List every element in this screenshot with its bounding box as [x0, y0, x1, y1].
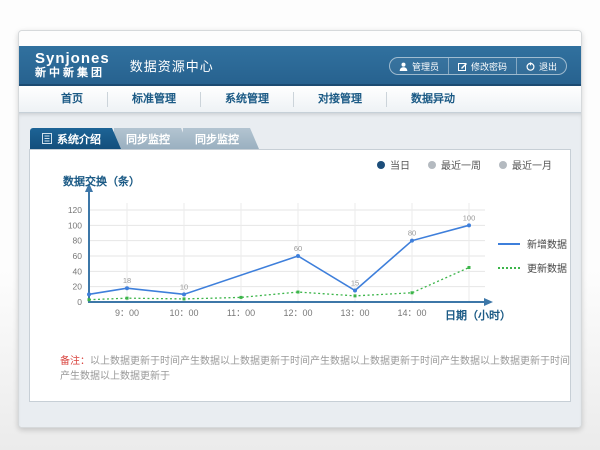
data-point[interactable]: [467, 223, 471, 227]
y-tick-label: 0: [77, 297, 82, 307]
logo: Synjones 新中新集团: [35, 51, 110, 79]
nav-item-4[interactable]: 对接管理: [293, 92, 386, 107]
y-axis-title: 数据交换（条）: [63, 174, 140, 188]
user-actions: 管理员 修改密码 退出: [389, 57, 567, 75]
data-point[interactable]: [240, 296, 243, 299]
radio-dot-icon: [377, 161, 385, 169]
note-text: 以上数据更新于时间产生数据以上数据更新于时间产生数据以上数据更新于时间产生数据以…: [60, 356, 570, 382]
data-point[interactable]: [297, 291, 300, 294]
radio-option-2[interactable]: 最近一周: [428, 157, 481, 172]
data-point[interactable]: [126, 297, 129, 300]
radio-label: 最近一周: [441, 157, 481, 172]
radio-dot-icon: [428, 161, 436, 169]
data-point[interactable]: [354, 294, 357, 297]
legend-item-1: 新增数据: [498, 236, 567, 251]
x-tick-label: 12：00: [283, 308, 312, 318]
tab-bar: 系统介绍 同步监控 同步监控: [29, 128, 571, 149]
legend-item-2: 更新数据: [498, 260, 567, 275]
data-point[interactable]: [183, 297, 186, 300]
data-point-label: 18: [123, 276, 131, 285]
tab-label: 系统介绍: [57, 131, 101, 147]
tab-2[interactable]: 同步监控: [114, 128, 190, 149]
admin-label: 管理员: [412, 60, 439, 73]
radio-dot-icon: [499, 161, 507, 169]
data-point[interactable]: [125, 286, 129, 290]
time-filter: 当日 最近一周 最近一月: [377, 157, 552, 172]
nav-item-1[interactable]: 首页: [37, 92, 107, 107]
data-point[interactable]: [88, 298, 91, 301]
nav-item-3[interactable]: 系统管理: [200, 92, 293, 107]
data-point-label: 80: [408, 229, 416, 238]
x-axis-arrow-icon: [484, 298, 493, 306]
radio-option-1[interactable]: 当日: [377, 157, 410, 172]
logo-secondary: 新中新集团: [35, 68, 110, 79]
x-tick-label: 14：00: [397, 308, 426, 318]
edit-icon: [458, 62, 467, 71]
tab-label: 同步监控: [195, 131, 239, 147]
document-icon: [42, 133, 52, 144]
nav-item-5[interactable]: 数据异动: [386, 92, 479, 107]
logout-label: 退出: [539, 60, 557, 73]
data-point-label: 100: [463, 213, 476, 222]
data-point[interactable]: [411, 291, 414, 294]
tab-3[interactable]: 同步监控: [183, 128, 259, 149]
logout-button[interactable]: 退出: [516, 58, 566, 74]
data-point-label: 10: [180, 282, 188, 291]
tab-1[interactable]: 系统介绍: [30, 128, 121, 149]
tab-label: 同步监控: [126, 131, 170, 147]
footer-note: 备注：以上数据更新于时间产生数据以上数据更新于时间产生数据以上数据更新于时间产生…: [60, 352, 570, 382]
y-tick-label: 20: [73, 282, 83, 292]
x-tick-label: 9：00: [115, 308, 139, 318]
line-chart: 0 20 40 60 80 100 120 9：00 10：00 11：00 12：00 13：00 1…: [30, 173, 575, 333]
radio-label: 当日: [390, 157, 410, 172]
chart-panel: 当日 最近一周 最近一月 0 20 40 60 80 100 120 9：00 10：00 11：00…: [29, 149, 571, 402]
change-password-label: 修改密码: [471, 60, 507, 73]
y-tick-label: 60: [73, 251, 83, 261]
x-tick-label: 13：00: [340, 308, 369, 318]
legend-label: 更新数据: [527, 260, 567, 275]
data-point[interactable]: [87, 292, 91, 296]
legend-swatch-icon: [498, 243, 520, 245]
admin-button[interactable]: 管理员: [390, 58, 448, 74]
app-header: Synjones 新中新集团 数据资源中心 管理员 修改密码 退出: [19, 46, 581, 86]
y-tick-label: 80: [73, 236, 83, 246]
main-nav: 首页标准管理系统管理对接管理数据异动: [19, 86, 581, 113]
user-icon: [399, 62, 408, 71]
y-tick-label: 100: [68, 220, 82, 230]
window-top-strip: [19, 31, 581, 46]
data-point[interactable]: [410, 239, 414, 243]
data-point[interactable]: [182, 292, 186, 296]
radio-option-3[interactable]: 最近一月: [499, 157, 552, 172]
data-point[interactable]: [296, 254, 300, 258]
y-tick-label: 120: [68, 205, 82, 215]
change-password-button[interactable]: 修改密码: [448, 58, 516, 74]
chart-legend: 新增数据更新数据: [498, 236, 567, 284]
note-prefix: 备注：: [60, 356, 90, 367]
data-point[interactable]: [468, 266, 471, 269]
x-axis-title: 日期（小时）: [445, 308, 511, 322]
y-tick-label: 40: [73, 266, 83, 276]
data-point-label: 60: [294, 244, 302, 253]
legend-swatch-icon: [498, 267, 520, 269]
logout-icon: [526, 62, 535, 71]
content-area: 系统介绍 同步监控 同步监控 当日 最近一周 最近一月 0 20 40 60 80 100 120 9…: [19, 113, 581, 427]
data-point-label: 15: [351, 278, 359, 287]
x-tick-label: 11：00: [227, 308, 255, 318]
x-tick-label: 10：00: [169, 308, 198, 318]
page-title: 数据资源中心: [130, 56, 214, 75]
nav-item-2[interactable]: 标准管理: [107, 92, 200, 107]
app-window: Synjones 新中新集团 数据资源中心 管理员 修改密码 退出: [18, 30, 582, 428]
legend-label: 新增数据: [527, 236, 567, 251]
radio-label: 最近一月: [512, 157, 552, 172]
logo-primary: Synjones: [35, 51, 110, 66]
data-point[interactable]: [353, 288, 357, 292]
